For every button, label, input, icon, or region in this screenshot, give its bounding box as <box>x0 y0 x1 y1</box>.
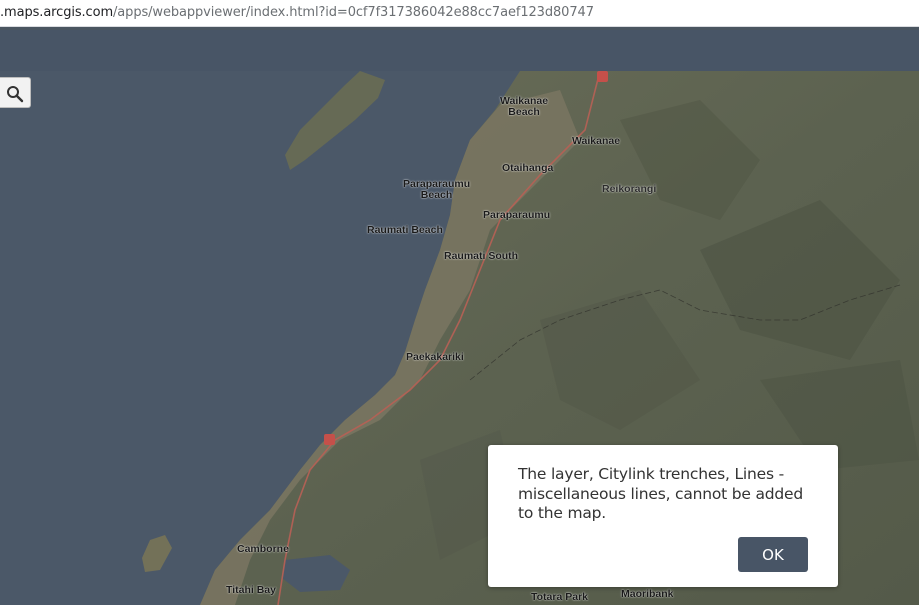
magnifier-icon <box>7 86 24 103</box>
label-totara-park: Totara Park <box>531 591 588 603</box>
label-raumati-south: Raumati South <box>444 250 519 262</box>
url-host: .maps.arcgis.com <box>0 5 114 20</box>
label-paraparaumu: Paraparaumu <box>483 209 551 221</box>
label-otaihanga: Otaihanga <box>502 162 554 174</box>
app-header <box>0 30 919 71</box>
label-waikanae-beach: Waikanae Beach <box>500 96 548 118</box>
layer-error-dialog: The layer, Citylink trenches, Lines - mi… <box>488 445 838 587</box>
label-waikanae: Waikanae <box>572 135 621 147</box>
label-maoribank: Maoribank <box>621 588 674 600</box>
ok-button[interactable]: OK <box>738 537 808 572</box>
label-reikorangi: Reikorangi <box>602 183 657 195</box>
browser-url-bar[interactable]: .maps.arcgis.com/apps/webappviewer/index… <box>0 0 919 27</box>
url-text[interactable]: .maps.arcgis.com/apps/webappviewer/index… <box>0 5 594 20</box>
dialog-message: The layer, Citylink trenches, Lines - mi… <box>518 465 804 522</box>
label-raumati-beach: Raumati Beach <box>367 224 443 236</box>
url-path: /apps/webappviewer/index.html?id=0cf7f31… <box>113 5 594 20</box>
search-button[interactable] <box>0 77 31 108</box>
label-waikanae-beach-line2: Beach <box>508 106 540 118</box>
label-paraparaumu-beach: Paraparaumu Beach <box>403 179 470 201</box>
label-camborne: Camborne <box>237 543 289 555</box>
label-paekakariki: Paekakariki <box>406 351 464 363</box>
label-paraparaumu-beach-line2: Beach <box>420 189 453 201</box>
label-titahi-bay: Titahi Bay <box>226 584 276 596</box>
